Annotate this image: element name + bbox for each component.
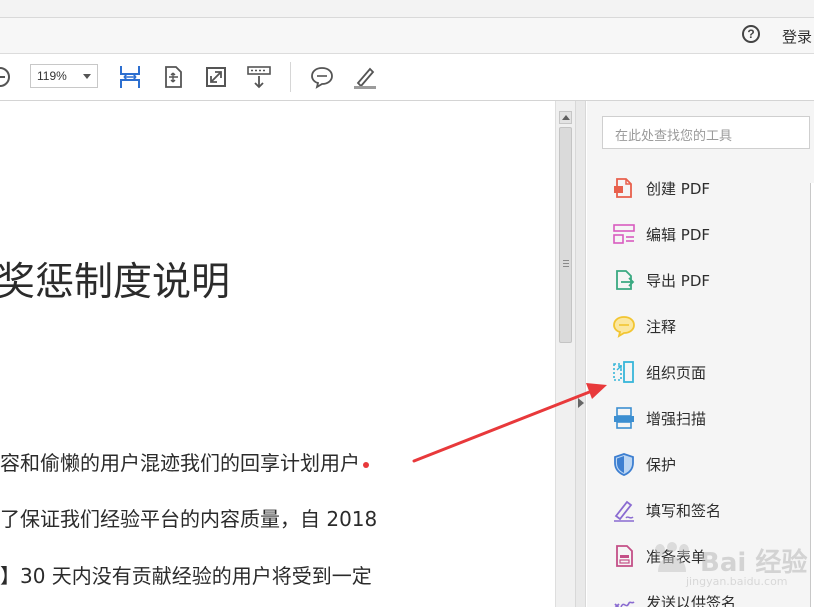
highlight-pen-icon[interactable] [352,64,378,90]
tool-label: 创建 PDF [646,180,710,198]
window-top-strip [0,0,814,18]
tools-search-input[interactable]: 在此处查找您的工具 [602,116,810,149]
tool-label: 编辑 PDF [646,226,710,244]
comment-icon[interactable] [309,64,335,90]
watermark-text: Bai 经验 [700,548,808,578]
tool-label: 导出 PDF [646,272,710,290]
tool-comment[interactable]: 注释 [587,307,809,353]
tool-label: 保护 [646,456,677,474]
tool-enhance-scan[interactable]: 增强扫描 [587,399,809,445]
zoom-select[interactable]: 119% [30,64,98,88]
tools-panel: 在此处查找您的工具 创建 PDF 编辑 PDF 导出 PDF 注释 组织页面 增… [587,101,814,607]
full-screen-icon[interactable] [203,64,229,90]
panel-splitter[interactable] [575,101,586,607]
shield-icon [614,453,634,476]
main-toolbar: 119% [0,54,814,101]
fit-width-icon[interactable] [117,64,143,90]
comment-bubble-icon [613,316,635,338]
zoom-value: 119% [37,69,67,83]
paw-logo-icon [655,542,689,572]
scrollbar-thumb[interactable] [559,127,572,343]
question-circle-icon[interactable]: ? [742,25,760,43]
baidu-watermark: Bai 经验 jingyan.baidu.com [640,540,810,600]
chevron-down-icon [83,74,91,79]
fill-sign-icon [614,500,634,522]
export-pdf-icon [616,270,635,290]
tools-panel-scrollbar[interactable] [810,183,814,607]
tool-create-pdf[interactable]: 创建 PDF [587,169,809,215]
document-scrollbar[interactable] [555,101,575,607]
tool-protect[interactable]: 保护 [587,445,809,491]
enhance-scan-icon [614,407,634,429]
login-link[interactable]: 登录 [782,26,812,47]
tool-export-pdf[interactable]: 导出 PDF [587,261,809,307]
document-text-line: 】30 天内没有贡献经验的用户将受到一定 [0,564,372,588]
tool-label: 增强扫描 [646,410,707,428]
menu-bar: ? 登录 [0,18,814,54]
zoom-out-icon[interactable] [0,64,13,90]
fit-page-icon[interactable] [160,64,186,90]
document-view[interactable]: 奖惩制度说明 容和偷懒的用户混迹我们的回享计划用户 了保证我们经验平台的内容质量… [0,101,555,607]
tool-fill-sign[interactable]: 填写和签名 [587,491,809,537]
tool-organize-pages[interactable]: 组织页面 [587,353,809,399]
toolbar-separator [290,62,291,92]
tool-label: 注释 [646,318,677,336]
tool-label: 填写和签名 [646,502,722,520]
scroll-up-button[interactable] [559,111,572,124]
scroll-grip-icon [563,260,569,261]
document-title: 奖惩制度说明 [0,260,231,305]
tool-edit-pdf[interactable]: 编辑 PDF [587,215,809,261]
document-text-line: 容和偷懒的用户混迹我们的回享计划用户 [0,451,360,475]
send-signature-icon [614,601,635,607]
collapse-panel-icon[interactable] [578,398,584,408]
create-pdf-icon [614,178,632,198]
document-text-line: 了保证我们经验平台的内容质量，自 2018 [0,507,378,531]
watermark-url: jingyan.baidu.com [686,575,788,588]
prepare-form-icon [616,545,633,567]
organize-pages-icon [613,361,634,383]
edit-pdf-icon [613,224,635,244]
scroll-mode-icon[interactable] [246,64,272,90]
tool-label: 组织页面 [646,364,707,382]
